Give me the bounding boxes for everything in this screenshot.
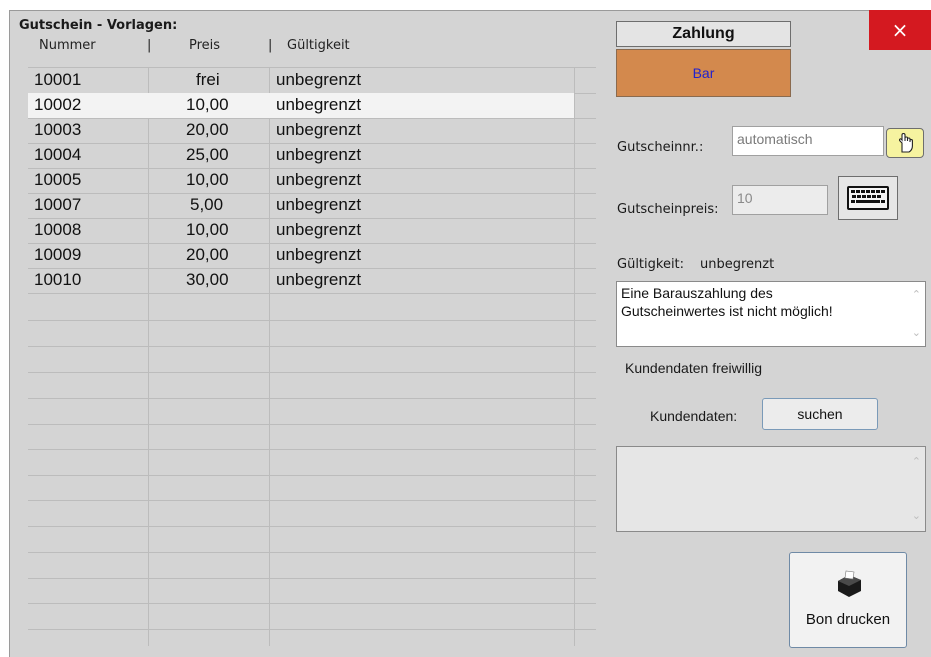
table-row[interactable]: 10009 20,00 unbegrenzt: [28, 243, 596, 268]
pointing-hand-icon: [898, 132, 913, 153]
cell-nummer: 10010: [34, 270, 82, 289]
cell-gueltigkeit: unbegrenzt: [276, 220, 362, 239]
cell-gueltigkeit: unbegrenzt: [276, 120, 362, 139]
cell-gueltigkeit: unbegrenzt: [276, 245, 362, 264]
voucher-price-label: Gutscheinpreis:: [617, 202, 719, 217]
table-row[interactable]: 10004 25,00 unbegrenzt: [28, 143, 596, 168]
validity-label: Gültigkeit:: [617, 257, 685, 272]
close-icon: ×: [891, 18, 909, 42]
cell-nummer: 10008: [34, 220, 82, 239]
cell-gueltigkeit: unbegrenzt: [276, 95, 362, 114]
cell-gueltigkeit: unbegrenzt: [276, 195, 362, 214]
scroll-up-icon[interactable]: ⌃: [912, 286, 921, 304]
customer-data-label: Kundendaten:: [650, 408, 738, 424]
cell-preis: 10,00: [186, 170, 229, 189]
cell-gueltigkeit: unbegrenzt: [276, 170, 362, 189]
cell-nummer: 10009: [34, 245, 82, 264]
customer-data-textarea[interactable]: ⌃ ⌄: [616, 446, 926, 532]
voucher-number-label: Gutscheinnr.:: [617, 140, 704, 155]
grid-title: Gutschein - Vorlagen:: [19, 18, 178, 33]
cell-preis: 10,00: [186, 95, 229, 114]
cell-preis: 10,00: [186, 220, 229, 239]
select-number-button[interactable]: [886, 128, 924, 158]
print-receipt-button[interactable]: Bon drucken: [789, 552, 907, 648]
cell-nummer: 10007: [34, 195, 82, 214]
col-separator: |: [147, 38, 152, 53]
col-header-preis[interactable]: Preis: [189, 38, 220, 53]
table-row[interactable]: 10001 frei unbegrenzt: [28, 68, 596, 93]
cell-preis: 20,00: [186, 120, 229, 139]
print-button-label: Bon drucken: [805, 611, 891, 628]
cell-nummer: 10003: [34, 120, 82, 139]
table-row-selected[interactable]: 10002 10,00 unbegrenzt: [28, 93, 574, 118]
scroll-up-icon[interactable]: ⌃: [912, 453, 921, 471]
cell-gueltigkeit: unbegrenzt: [276, 145, 362, 164]
scroll-down-icon[interactable]: ⌄: [912, 507, 921, 525]
receipt-printer-icon: [838, 570, 861, 597]
cell-gueltigkeit: unbegrenzt: [276, 270, 362, 289]
voucher-number-field[interactable]: automatisch: [732, 126, 884, 156]
cell-preis: 20,00: [186, 245, 229, 264]
table-row[interactable]: 10008 10,00 unbegrenzt: [28, 218, 596, 243]
cell-gueltigkeit: unbegrenzt: [276, 70, 362, 89]
scroll-down-icon[interactable]: ⌄: [912, 324, 921, 342]
col-separator: |: [268, 38, 273, 53]
close-button[interactable]: ×: [869, 10, 931, 50]
customer-data-note: Kundendaten freiwillig: [625, 360, 762, 376]
validity-value: unbegrenzt: [700, 257, 775, 272]
grid-header: Nummer | Preis | Gültigkeit: [19, 38, 579, 56]
cell-preis: 5,00: [190, 195, 224, 214]
keyboard-button[interactable]: [838, 176, 898, 220]
payment-header: Zahlung: [616, 21, 791, 47]
voucher-template-list: 10001 frei unbegrenzt 10002 10,00 unbegr…: [28, 68, 596, 648]
table-row[interactable]: 10003 20,00 unbegrenzt: [28, 118, 596, 143]
cell-nummer: 10005: [34, 170, 82, 189]
search-customer-button[interactable]: suchen: [762, 398, 878, 430]
cell-nummer: 10002: [34, 95, 82, 114]
hint-line: Eine Barauszahlung des: [621, 285, 773, 301]
cell-preis: frei: [196, 70, 220, 89]
col-header-gueltigkeit[interactable]: Gültigkeit: [287, 38, 350, 53]
col-header-nummer[interactable]: Nummer: [39, 38, 96, 53]
cell-preis: 25,00: [186, 145, 229, 164]
hint-textarea[interactable]: Eine Barauszahlung des Gutscheinwertes i…: [616, 281, 926, 347]
table-row[interactable]: 10005 10,00 unbegrenzt: [28, 168, 596, 193]
table-row[interactable]: 10007 5,00 unbegrenzt: [28, 193, 596, 218]
cell-nummer: 10004: [34, 145, 82, 164]
voucher-price-field[interactable]: 10: [732, 185, 828, 215]
cell-preis: 30,00: [186, 270, 229, 289]
keyboard-icon: [847, 186, 889, 210]
cell-nummer: 10001: [34, 70, 82, 89]
payment-method-button[interactable]: Bar: [616, 49, 791, 97]
table-row[interactable]: 10010 30,00 unbegrenzt: [28, 268, 596, 293]
hint-line: Gutscheinwertes ist nicht möglich!: [621, 303, 833, 319]
